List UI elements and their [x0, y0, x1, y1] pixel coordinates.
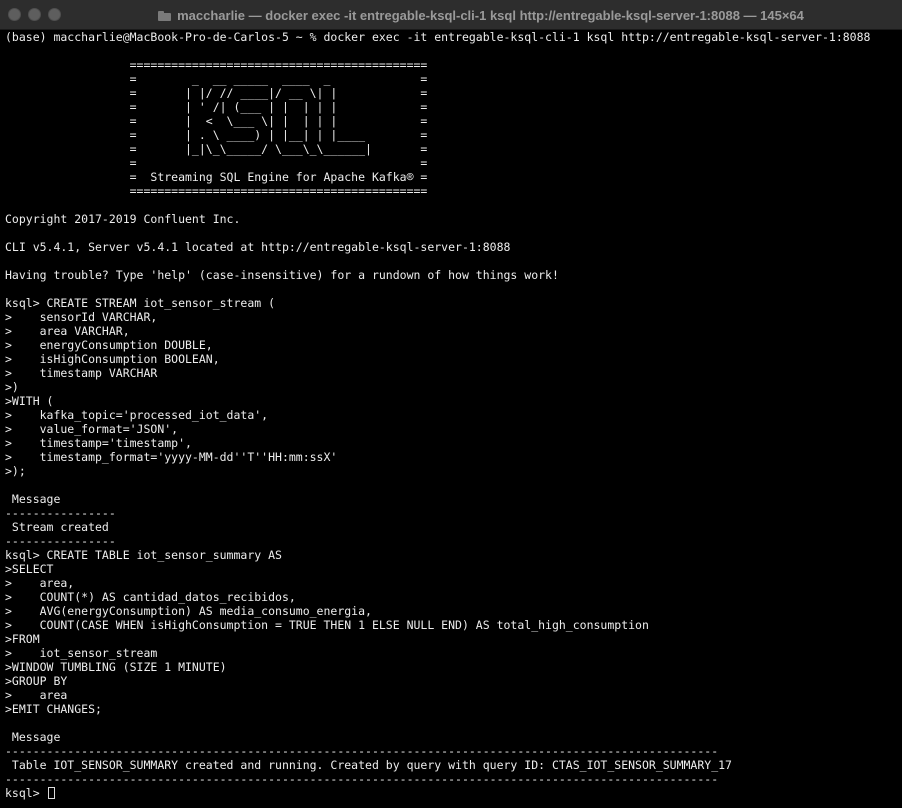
- terminal-line: >): [5, 380, 19, 394]
- terminal-line: > COUNT(*) AS cantidad_datos_recibidos,: [5, 590, 296, 604]
- terminal-line: > area VARCHAR,: [5, 324, 130, 338]
- terminal-output[interactable]: (base) maccharlie@MacBook-Pro-de-Carlos-…: [0, 30, 902, 808]
- terminal-line: >WITH (: [5, 394, 54, 408]
- terminal-line: (base) maccharlie@MacBook-Pro-de-Carlos-…: [5, 30, 871, 44]
- terminal-line: = | . \ ____) | |__| | |____ =: [5, 128, 428, 142]
- terminal-line: > value_format='JSON',: [5, 422, 179, 436]
- terminal-line: ----------------: [5, 506, 116, 520]
- terminal-line: > kafka_topic='processed_iot_data',: [5, 408, 269, 422]
- terminal-line: = | |/ // ____|/ __ \| | =: [5, 86, 428, 100]
- terminal-line: > iot_sensor_stream: [5, 646, 158, 660]
- terminal-line: >EMIT CHANGES;: [5, 702, 102, 716]
- terminal-line: = Streaming SQL Engine for Apache Kafka®…: [5, 170, 428, 184]
- text-cursor[interactable]: [47, 787, 55, 799]
- terminal-line: = =: [5, 156, 428, 170]
- terminal-line: ksql> CREATE STREAM iot_sensor_stream (: [5, 296, 276, 310]
- terminal-line: > energyConsumption DOUBLE,: [5, 338, 213, 352]
- terminal-line: >WINDOW TUMBLING (SIZE 1 MINUTE): [5, 660, 227, 674]
- terminal-line: ----------------------------------------…: [5, 772, 719, 786]
- terminal-line: Message: [5, 730, 61, 744]
- title-bar[interactable]: maccharlie — docker exec -it entregable-…: [0, 0, 902, 30]
- terminal-line: Message: [5, 492, 61, 506]
- terminal-line: > timestamp_format='yyyy-MM-dd''T''HH:mm…: [5, 450, 338, 464]
- terminal-line: >);: [5, 464, 26, 478]
- terminal-line: Table IOT_SENSOR_SUMMARY created and run…: [5, 758, 732, 772]
- terminal-line: >SELECT: [5, 562, 54, 576]
- terminal-line: > timestamp='timestamp',: [5, 436, 192, 450]
- window-title: maccharlie — docker exec -it entregable-…: [177, 7, 804, 23]
- terminal-line: ----------------: [5, 534, 116, 548]
- terminal-line: = _ __ _____ ____ _ =: [5, 72, 428, 86]
- terminal-line: > COUNT(CASE WHEN isHighConsumption = TR…: [5, 618, 649, 632]
- terminal-line: ksql> CREATE TABLE iot_sensor_summary AS: [5, 548, 282, 562]
- terminal-line: ----------------------------------------…: [5, 744, 719, 758]
- terminal-line: > isHighConsumption BOOLEAN,: [5, 352, 220, 366]
- terminal-line: = |_|\_\_____/ \___\_\______| =: [5, 142, 428, 156]
- ksql-prompt: ksql>: [5, 786, 47, 800]
- terminal-line: > area: [5, 688, 68, 702]
- terminal-line: > sensorId VARCHAR,: [5, 310, 158, 324]
- terminal-line: = | ' /| (___ | | | | | =: [5, 100, 428, 114]
- folder-icon: [158, 10, 172, 21]
- terminal-line: CLI v5.4.1, Server v5.4.1 located at htt…: [5, 240, 511, 254]
- terminal-line: >FROM: [5, 632, 40, 646]
- terminal-line: > area,: [5, 576, 75, 590]
- terminal-line: ========================================…: [5, 184, 428, 198]
- terminal-line: Stream created: [5, 520, 109, 534]
- terminal-line: > timestamp VARCHAR: [5, 366, 158, 380]
- terminal-line: Having trouble? Type 'help' (case-insens…: [5, 268, 559, 282]
- window-title-wrap: maccharlie — docker exec -it entregable-…: [0, 0, 902, 30]
- terminal-line: ========================================…: [5, 58, 428, 72]
- terminal-line: > AVG(energyConsumption) AS media_consum…: [5, 604, 372, 618]
- terminal-line: Copyright 2017-2019 Confluent Inc.: [5, 212, 241, 226]
- terminal-window: maccharlie — docker exec -it entregable-…: [0, 0, 902, 808]
- terminal-line: = | < \___ \| | | | | =: [5, 114, 428, 128]
- terminal-line: >GROUP BY: [5, 674, 68, 688]
- terminal-prompt-line[interactable]: ksql>: [5, 786, 902, 800]
